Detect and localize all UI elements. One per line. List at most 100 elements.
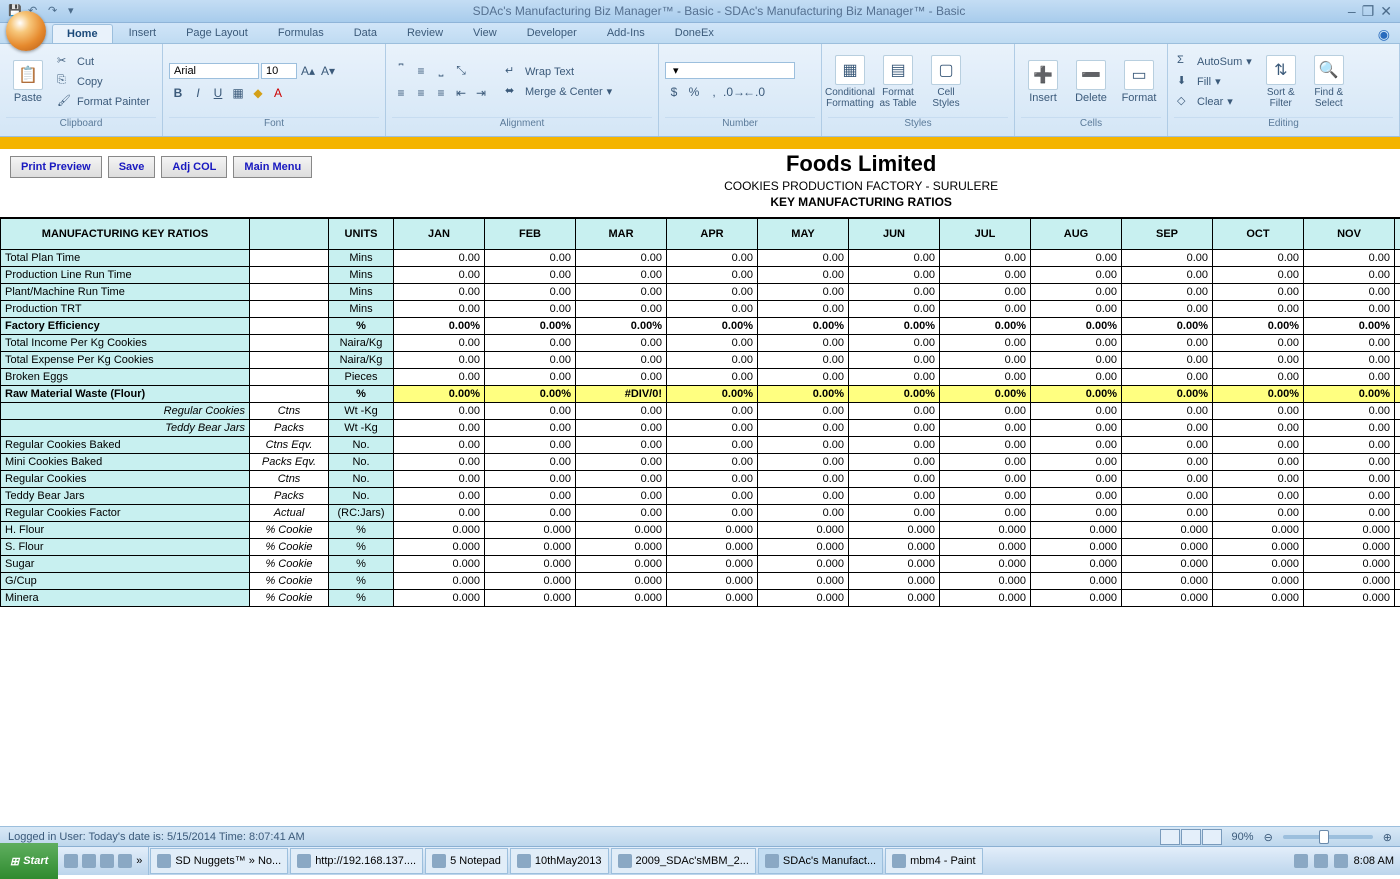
cell-value[interactable]: 0.00 [1122, 420, 1213, 437]
cell-value[interactable]: 0.000 [1031, 522, 1122, 539]
cell-value[interactable]: 0.000 [1213, 539, 1304, 556]
autosum-button[interactable]: ΣAutoSum ▾ [1174, 53, 1255, 71]
cell-value[interactable]: 0.000 [1304, 539, 1395, 556]
cell-value[interactable]: 0.00 [394, 301, 485, 318]
cell-value[interactable]: 0.000 [1031, 573, 1122, 590]
cell-value[interactable]: 0.00 [1213, 369, 1304, 386]
cell-value[interactable]: 0.00 [1213, 301, 1304, 318]
cell-value[interactable]: 0.000 [1213, 590, 1304, 607]
print-preview-button[interactable]: Print Preview [10, 156, 102, 178]
ql-icon[interactable] [118, 854, 132, 868]
cell-value[interactable]: 0.00% [667, 386, 758, 403]
cell-value[interactable]: 0.00 [1122, 488, 1213, 505]
align-center-icon[interactable]: ≡ [412, 84, 430, 102]
cell-value[interactable]: 0.00 [940, 505, 1031, 522]
cell-value[interactable]: 0.00 [849, 284, 940, 301]
cell-value[interactable]: 0.000 [1031, 556, 1122, 573]
view-buttons[interactable] [1160, 829, 1222, 845]
percent-icon[interactable]: % [685, 83, 703, 101]
number-format-select[interactable]: ▾ [665, 62, 795, 79]
close-icon[interactable]: ✕ [1380, 3, 1392, 20]
cell-value[interactable]: 0.00 [667, 352, 758, 369]
cell-value[interactable]: 0.000 [485, 556, 576, 573]
cell-value[interactable]: 0.00 [849, 403, 940, 420]
cell-value[interactable]: 0.00 [758, 267, 849, 284]
cell-value[interactable]: 0.00% [485, 386, 576, 403]
cell-value[interactable]: 0.00% [758, 386, 849, 403]
cell-value[interactable]: 0.00 [940, 352, 1031, 369]
cell-value[interactable]: 0.000 [849, 539, 940, 556]
tab-developer[interactable]: Developer [513, 24, 591, 43]
cell-value[interactable]: 0.000 [485, 590, 576, 607]
cell-value[interactable]: 0.00 [1304, 420, 1395, 437]
cell-value[interactable]: 0.00 [394, 352, 485, 369]
redo-icon[interactable]: ↷ [48, 4, 62, 18]
cell-value[interactable]: 0.00 [758, 284, 849, 301]
tab-formulas[interactable]: Formulas [264, 24, 338, 43]
cell-value[interactable]: 0.00 [940, 471, 1031, 488]
cell-value[interactable]: 0.00 [394, 284, 485, 301]
cell-value[interactable]: 0.00 [667, 471, 758, 488]
cell-value[interactable]: 0.00 [758, 369, 849, 386]
cell-value[interactable]: 0.00 [1031, 369, 1122, 386]
cell-value[interactable]: 0.00% [1122, 386, 1213, 403]
cell-value[interactable]: 0.00 [576, 488, 667, 505]
cell-value[interactable]: 0.00 [1213, 352, 1304, 369]
adj-col-button[interactable]: Adj COL [161, 156, 227, 178]
cell-value[interactable]: 0.000 [485, 522, 576, 539]
cell-value[interactable]: 0.000 [394, 539, 485, 556]
cell-value[interactable]: 0.000 [1395, 539, 1400, 556]
cell-value[interactable]: 0.00 [1213, 250, 1304, 267]
cell-value[interactable]: 0.00% [849, 318, 940, 335]
cell-value[interactable]: 0.00 [394, 369, 485, 386]
cell-value[interactable]: 0.00 [1395, 437, 1400, 454]
cell-value[interactable]: 0.00% [940, 386, 1031, 403]
format-as-table-button[interactable]: ▤Format as Table [876, 49, 920, 115]
cell-value[interactable]: 0.00 [849, 488, 940, 505]
cell-value[interactable]: 0.00 [1304, 284, 1395, 301]
underline-icon[interactable]: U [209, 84, 227, 102]
cell-value[interactable]: 0.00 [849, 335, 940, 352]
tab-home[interactable]: Home [52, 24, 113, 43]
clear-button[interactable]: ◇Clear ▾ [1174, 93, 1255, 111]
tray-icon[interactable] [1334, 854, 1348, 868]
cell-value[interactable]: 0.00 [940, 420, 1031, 437]
cell-value[interactable]: 0.00 [849, 369, 940, 386]
taskbar-item[interactable]: SD Nuggets™ » No... [150, 848, 288, 874]
cell-value[interactable]: 0.000 [394, 573, 485, 590]
cell-value[interactable]: 0.00 [576, 352, 667, 369]
cell-value[interactable]: 0.00 [1031, 267, 1122, 284]
cell-value[interactable]: 0.000 [758, 590, 849, 607]
cell-value[interactable]: 0.00 [1395, 301, 1400, 318]
cell-value[interactable]: 0.000 [849, 522, 940, 539]
cell-value[interactable]: 0.00 [1031, 403, 1122, 420]
font-size-input[interactable] [261, 63, 297, 79]
cell-value[interactable]: 0.00% [394, 318, 485, 335]
wrap-text-button[interactable]: ↵Wrap Text [502, 63, 615, 81]
cell-value[interactable]: 0.00% [485, 318, 576, 335]
cell-value[interactable]: 0.000 [1304, 573, 1395, 590]
cell-value[interactable]: 0.00 [758, 301, 849, 318]
cell-value[interactable]: 0.00 [1395, 250, 1400, 267]
align-left-icon[interactable]: ≡ [392, 84, 410, 102]
cell-value[interactable]: 0.00 [485, 437, 576, 454]
cell-value[interactable]: 0.000 [1395, 573, 1400, 590]
cell-value[interactable]: 0.00 [1213, 505, 1304, 522]
spreadsheet-grid[interactable]: MANUFACTURING KEY RATIOSUNITSJANFEBMARAP… [0, 217, 1400, 748]
cell-value[interactable]: 0.00 [1304, 437, 1395, 454]
minimize-icon[interactable]: – [1348, 3, 1356, 20]
cell-value[interactable]: 0.00 [940, 454, 1031, 471]
cell-value[interactable]: 0.00 [576, 250, 667, 267]
cell-value[interactable]: 0.00 [1122, 369, 1213, 386]
cell-value[interactable]: 0.00% [1031, 318, 1122, 335]
cell-value[interactable]: 0.00 [576, 301, 667, 318]
cell-value[interactable]: 0.00 [1395, 352, 1400, 369]
cell-value[interactable]: 0.000 [940, 573, 1031, 590]
copy-button[interactable]: ⎘Copy [54, 73, 153, 91]
cell-value[interactable]: 0.00 [1395, 488, 1400, 505]
cell-value[interactable]: 0.000 [1304, 556, 1395, 573]
cell-value[interactable]: 0.00 [667, 250, 758, 267]
italic-icon[interactable]: I [189, 84, 207, 102]
cell-value[interactable]: 0.00 [849, 352, 940, 369]
save-button[interactable]: Save [108, 156, 156, 178]
